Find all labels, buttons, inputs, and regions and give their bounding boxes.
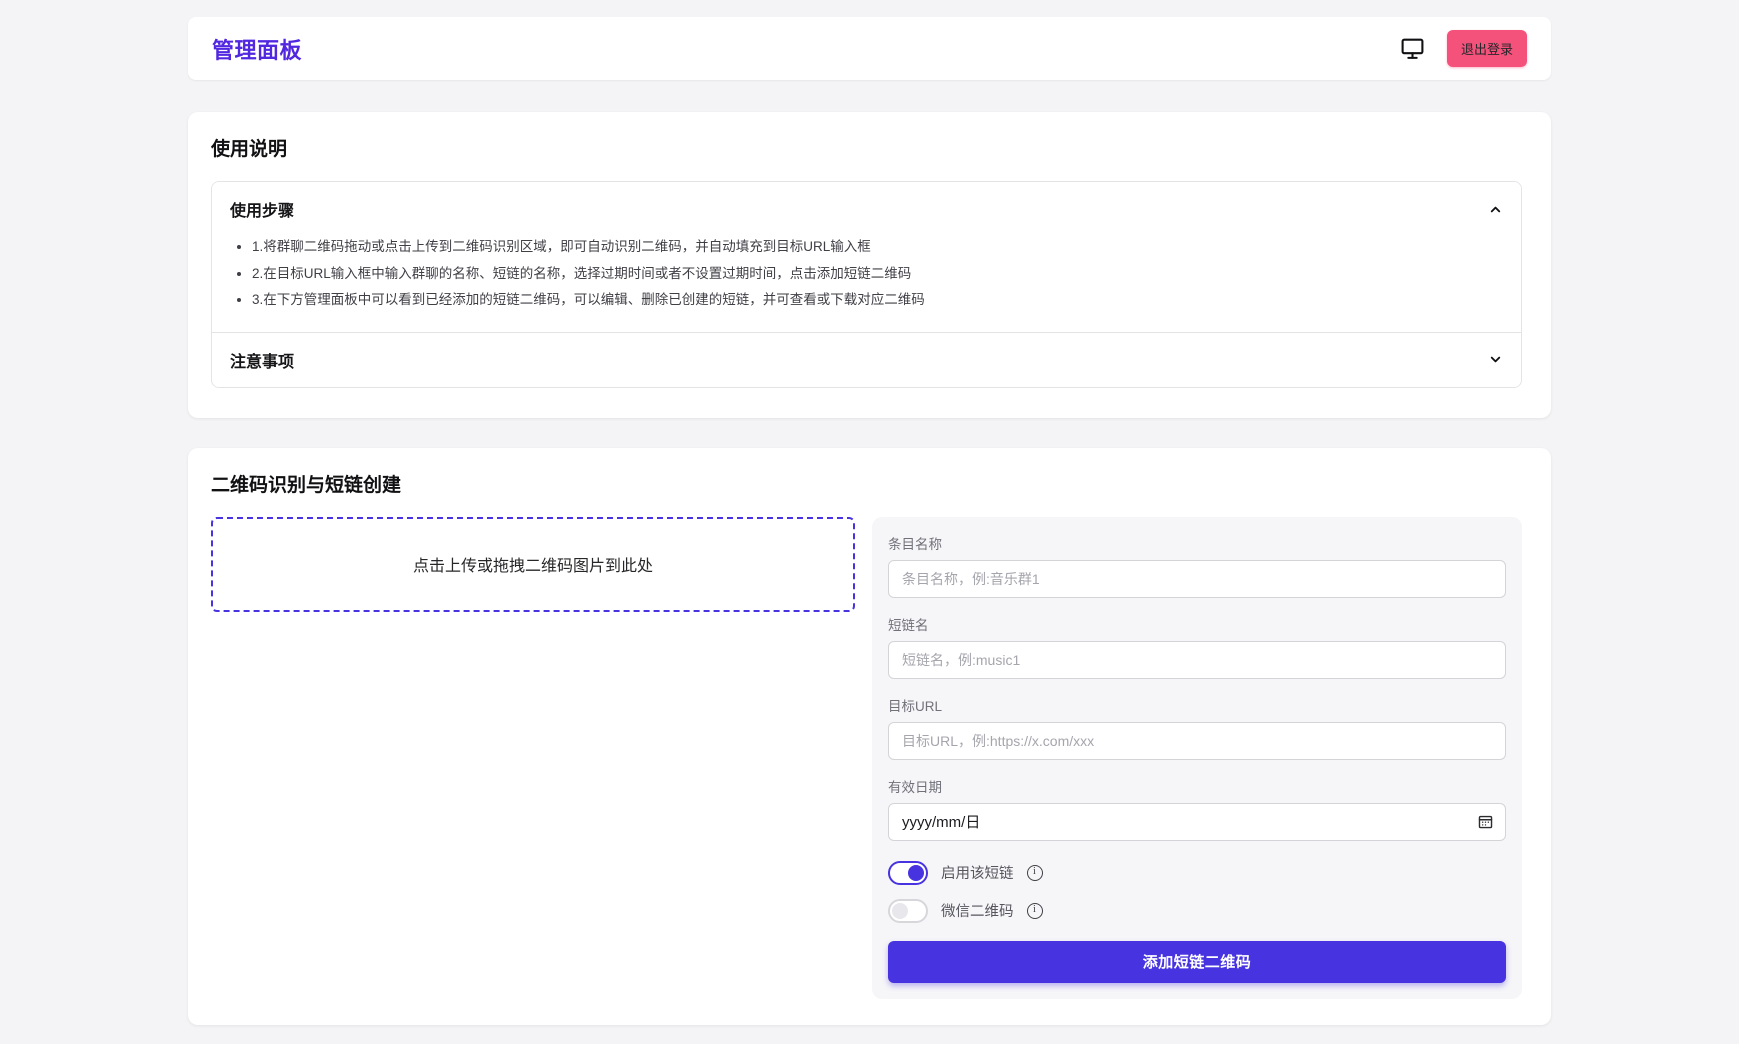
chevron-up-icon [1488, 202, 1503, 217]
info-icon[interactable]: i [1027, 865, 1043, 881]
info-icon[interactable]: i [1027, 903, 1043, 919]
step-item: 3.在下方管理面板中可以看到已经添加的短链二维码，可以编辑、删除已创建的短链，并… [252, 291, 1503, 309]
enable-shortlink-toggle[interactable] [888, 861, 928, 885]
toggle-row-enable: 启用该短链 i [888, 861, 1506, 885]
steps-list: 1.将群聊二维码拖动或点击上传到二维码识别区域，即可自动识别二维码，并自动填充到… [230, 238, 1503, 309]
monitor-icon[interactable] [1400, 36, 1425, 61]
page-container: 管理面板 退出登录 使用说明 使用步骤 [188, 0, 1551, 1025]
creator-card: 二维码识别与短链创建 点击上传或拖拽二维码图片到此处 条目名称 短链名 目标UR… [188, 448, 1551, 1025]
wechat-qr-toggle[interactable] [888, 899, 928, 923]
target-url-input[interactable] [888, 722, 1506, 760]
entry-name-label: 条目名称 [888, 533, 1506, 553]
top-bar-actions: 退出登录 [1400, 30, 1527, 67]
target-url-label: 目标URL [888, 695, 1506, 715]
short-name-label: 短链名 [888, 614, 1506, 634]
expire-date-input[interactable]: yyyy/mm/日 [888, 803, 1506, 841]
field-entry-name: 条目名称 [888, 533, 1506, 598]
short-name-input[interactable] [888, 641, 1506, 679]
page-title: 管理面板 [212, 33, 302, 65]
toggle-knob [908, 865, 924, 881]
calendar-icon[interactable] [1477, 813, 1494, 830]
qr-upload-dropzone[interactable]: 点击上传或拖拽二维码图片到此处 [211, 517, 855, 612]
accordion-header-notes[interactable]: 注意事项 [212, 333, 1521, 387]
step-item: 1.将群聊二维码拖动或点击上传到二维码识别区域，即可自动识别二维码，并自动填充到… [252, 238, 1503, 256]
field-target-url: 目标URL [888, 695, 1506, 760]
steps-body: 1.将群聊二维码拖动或点击上传到二维码识别区域，即可自动识别二维码，并自动填充到… [212, 238, 1521, 332]
steps-title: 使用步骤 [230, 197, 294, 221]
toggle-knob [892, 903, 908, 919]
top-bar: 管理面板 退出登录 [188, 17, 1551, 80]
enable-shortlink-label: 启用该短链 [941, 862, 1014, 883]
creator-row: 点击上传或拖拽二维码图片到此处 条目名称 短链名 目标URL 有效日期 [211, 517, 1522, 999]
toggle-row-wechat: 微信二维码 i [888, 899, 1506, 923]
logout-button[interactable]: 退出登录 [1447, 30, 1527, 67]
creator-title: 二维码识别与短链创建 [211, 470, 1522, 497]
entry-name-input[interactable] [888, 560, 1506, 598]
instructions-accordion: 使用步骤 1.将群聊二维码拖动或点击上传到二维码识别区域，即可自动识别二维码，并… [211, 181, 1522, 388]
add-shortlink-button[interactable]: 添加短链二维码 [888, 941, 1506, 983]
field-short-name: 短链名 [888, 614, 1506, 679]
instructions-card: 使用说明 使用步骤 1.将群聊二维码拖动或点击上传到二维码识别区域，即可自动识别… [188, 112, 1551, 418]
notes-title: 注意事项 [230, 348, 294, 372]
expire-date-value: yyyy/mm/日 [902, 811, 980, 832]
accordion-header-steps[interactable]: 使用步骤 [212, 182, 1521, 236]
step-item: 2.在目标URL输入框中输入群聊的名称、短链的名称，选择过期时间或者不设置过期时… [252, 265, 1503, 283]
expire-date-label: 有效日期 [888, 776, 1506, 796]
wechat-qr-label: 微信二维码 [941, 900, 1014, 921]
field-expire-date: 有效日期 yyyy/mm/日 [888, 776, 1506, 841]
instructions-title: 使用说明 [211, 134, 1522, 161]
shortlink-form: 条目名称 短链名 目标URL 有效日期 yyyy/mm/日 [872, 517, 1522, 999]
chevron-down-icon [1488, 352, 1503, 367]
upload-hint-text: 点击上传或拖拽二维码图片到此处 [413, 552, 653, 576]
